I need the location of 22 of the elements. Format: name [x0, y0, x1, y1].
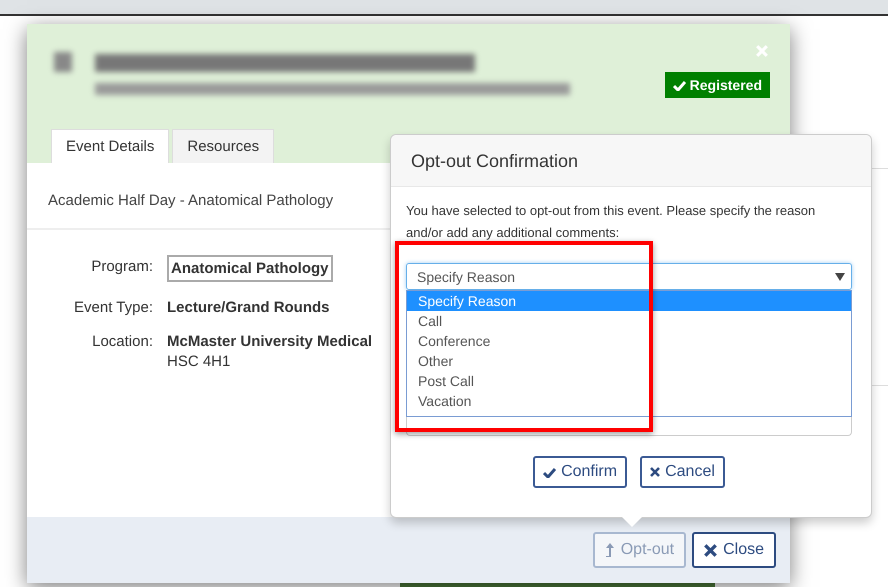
close-icon — [650, 467, 660, 477]
close-button[interactable]: Close — [692, 532, 776, 568]
reason-select[interactable]: Specify Reason — [406, 263, 852, 290]
close-icon — [756, 45, 768, 57]
upload-arrow-icon — [604, 542, 615, 558]
field-value: McMaster University Medical — [167, 332, 372, 350]
check-icon — [543, 466, 556, 478]
field-label: Event Type: — [73, 298, 153, 316]
dropdown-caret-icon — [835, 272, 845, 280]
field-value: HSC 4H1 — [167, 352, 230, 370]
confirm-button[interactable]: Confirm — [533, 456, 628, 488]
field-value: Anatomical Pathology — [167, 255, 333, 282]
popover-title: Opt-out Confirmation — [391, 135, 871, 187]
tab[interactable]: Resources — [172, 129, 274, 163]
cancel-button[interactable]: Cancel — [640, 456, 725, 488]
badge-label: Registered — [690, 77, 762, 93]
check-icon — [672, 80, 686, 90]
tab[interactable]: Event Details — [51, 129, 170, 163]
field-label: Location: — [91, 332, 153, 352]
field-label: Program: — [90, 257, 153, 277]
close-icon — [704, 544, 718, 556]
field-value: Lecture/Grand Rounds — [167, 298, 330, 316]
